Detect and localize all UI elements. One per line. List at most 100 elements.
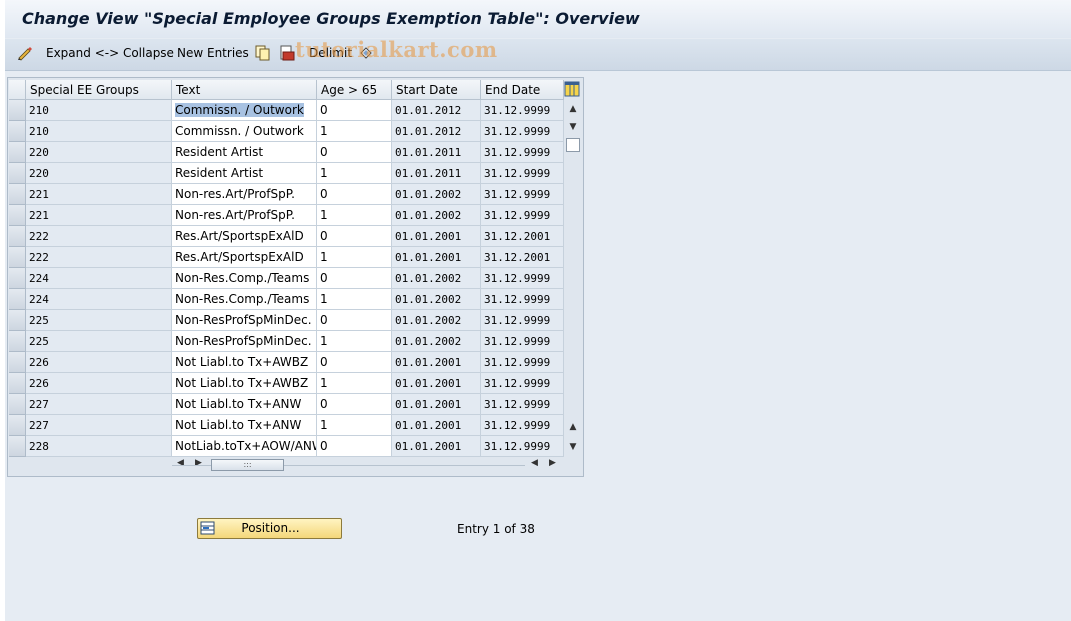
cell-text[interactable]: Non-Res.Comp./Teams [172,268,317,289]
scroll-page-down-icon[interactable]: ▼ [566,440,580,454]
table-settings-icon[interactable] [564,81,580,97]
cell-text[interactable]: Resident Artist [172,142,317,163]
row-selector[interactable] [9,289,26,310]
page-title: Change View "Special Employee Groups Exe… [22,9,640,28]
cell-text[interactable]: Resident Artist [172,163,317,184]
cell-age-over-65[interactable]: 1 [317,163,392,184]
cell-age-over-65[interactable]: 0 [317,352,392,373]
cell-age-over-65[interactable]: 1 [317,331,392,352]
table-row: 210 Commissn. / Outwork 1 01.01.2012 31.12.9… [8,121,564,142]
row-selector[interactable] [9,247,26,268]
row-selector[interactable] [9,436,26,457]
cell-start-date: 01.01.2002 [392,289,481,310]
pencil-glasses-icon[interactable] [17,45,33,61]
table-row: 226 Not Liabl.to Tx+AWBZ 0 01.01.2001 31.12.… [8,352,564,373]
cell-text[interactable]: Res.Art/SportspExAlD [172,247,317,268]
cell-age-over-65[interactable]: 1 [317,247,392,268]
new-entries-button[interactable]: New Entries [177,46,249,60]
cell-special-ee-group: 222 [26,226,172,247]
row-selector[interactable] [9,352,26,373]
row-selector[interactable] [9,121,26,142]
column-header-select-all[interactable] [9,80,26,100]
column-header-start-date[interactable]: Start Date [392,80,481,100]
scroll-right-icon[interactable]: ▶ [195,458,202,468]
cell-text[interactable]: Non-ResProfSpMinDec. [172,331,317,352]
cell-start-date: 01.01.2001 [392,226,481,247]
cell-end-date: 31.12.9999 [481,310,564,331]
column-header-text[interactable]: Text [172,80,317,100]
row-selector[interactable] [9,205,26,226]
cell-text[interactable]: Non-res.Art/ProfSpP. [172,184,317,205]
cell-text[interactable]: Not Liabl.to Tx+AWBZ [172,352,317,373]
cell-age-over-65[interactable]: 1 [317,373,392,394]
cell-end-date: 31.12.9999 [481,436,564,457]
cell-text[interactable]: Not Liabl.to Tx+ANW [172,394,317,415]
cell-text[interactable]: NotLiab.toTx+AOW/ANW [172,436,317,457]
row-selector[interactable] [9,415,26,436]
cell-text[interactable]: Not Liabl.to Tx+AWBZ [172,373,317,394]
cell-age-over-65[interactable]: 0 [317,268,392,289]
cell-age-over-65[interactable]: 0 [317,226,392,247]
cell-start-date: 01.01.2002 [392,205,481,226]
table-row: 220 Resident Artist 0 01.01.2011 31.12.9999 [8,142,564,163]
table-row: 210 Commissn. / Outwork 0 01.01.2012 31.12.9… [8,100,564,121]
cell-text[interactable]: Commissn. / Outwork [172,100,317,121]
scroll-up-icon[interactable]: ▲ [566,102,580,116]
row-selector[interactable] [9,373,26,394]
cell-age-over-65[interactable]: 0 [317,394,392,415]
scroll-left-icon[interactable]: ◀ [177,458,184,468]
cell-end-date: 31.12.9999 [481,394,564,415]
row-selector[interactable] [9,100,26,121]
expand-collapse-button[interactable]: Expand <-> Collapse [46,46,174,60]
cell-start-date: 01.01.2002 [392,268,481,289]
cell-text[interactable]: Res.Art/SportspExAlD [172,226,317,247]
row-selector[interactable] [9,268,26,289]
table-row: 226 Not Liabl.to Tx+AWBZ 1 01.01.2001 31.12.… [8,373,564,394]
column-header-end-date[interactable]: End Date [481,80,564,100]
selected-text: Commissn. / Outwork [175,103,304,117]
cell-age-over-65[interactable]: 0 [317,310,392,331]
row-selector[interactable] [9,394,26,415]
column-header-special-ee-groups[interactable]: Special EE Groups [26,80,172,100]
application-toolbar: Expand <-> Collapse New Entries Delimit … [5,37,1071,71]
row-selector[interactable] [9,310,26,331]
scroll-page-up-icon[interactable]: ▲ [566,420,580,434]
position-button[interactable]: Position... [197,518,342,539]
copy-icon[interactable] [255,45,271,61]
table-row: 224 Non-Res.Comp./Teams 0 01.01.2002 31.12.9… [8,268,564,289]
cell-text[interactable]: Non-ResProfSpMinDec. [172,310,317,331]
vertical-scrollbar[interactable]: ▲ ▼ ▲ ▼ [564,100,582,456]
cell-age-over-65[interactable]: 1 [317,205,392,226]
cell-age-over-65[interactable]: 0 [317,436,392,457]
cell-text[interactable]: Non-Res.Comp./Teams [172,289,317,310]
row-selector[interactable] [9,163,26,184]
scroll-right-end-icon[interactable]: ▶ [549,458,556,468]
cell-age-over-65[interactable]: 1 [317,415,392,436]
cell-special-ee-group: 228 [26,436,172,457]
scroll-down-small-icon[interactable]: ▼ [566,120,580,134]
delete-icon[interactable] [279,45,295,61]
cell-special-ee-group: 226 [26,352,172,373]
table-row: 227 Not Liabl.to Tx+ANW 1 01.01.2001 31.12.9… [8,415,564,436]
column-header-age-over-65[interactable]: Age > 65 [317,80,392,100]
table-row: 227 Not Liabl.to Tx+ANW 0 01.01.2001 31.12.9… [8,394,564,415]
cell-special-ee-group: 221 [26,205,172,226]
row-selector[interactable] [9,184,26,205]
scroll-left-end-icon[interactable]: ◀ [531,458,538,468]
cell-age-over-65[interactable]: 1 [317,289,392,310]
horizontal-scrollbar[interactable]: ◀ ▶ ::: ◀ ▶ [8,456,583,474]
row-selector[interactable] [9,226,26,247]
cell-age-over-65[interactable]: 1 [317,121,392,142]
cell-age-over-65[interactable]: 0 [317,142,392,163]
table-header-row: Special EE Groups Text Age > 65 Start Da… [8,78,583,100]
row-selector[interactable] [9,142,26,163]
cell-text[interactable]: Non-res.Art/ProfSpP. [172,205,317,226]
cell-age-over-65[interactable]: 0 [317,100,392,121]
cell-text[interactable]: Not Liabl.to Tx+ANW [172,415,317,436]
horizontal-scroll-thumb[interactable]: ::: [211,459,284,471]
cell-text[interactable]: Commissn. / Outwork [172,121,317,142]
title-bar: Change View "Special Employee Groups Exe… [5,0,1071,38]
vertical-scroll-thumb[interactable] [566,138,580,152]
row-selector[interactable] [9,331,26,352]
cell-age-over-65[interactable]: 0 [317,184,392,205]
